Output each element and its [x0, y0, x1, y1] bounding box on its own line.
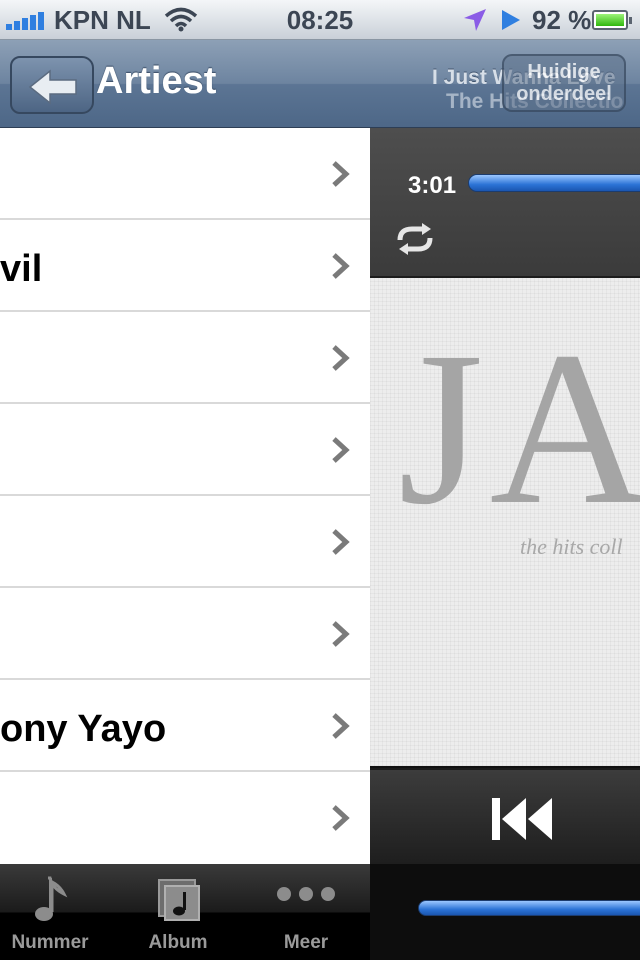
- volume-slider[interactable]: [418, 900, 640, 916]
- list-item[interactable]: vil: [0, 220, 370, 312]
- list-item-label: ony Yayo: [0, 708, 167, 750]
- battery-icon: [592, 10, 632, 30]
- chevron-right-icon: [332, 345, 350, 371]
- chevron-right-icon: [332, 621, 350, 647]
- more-dots-icon: [256, 874, 356, 919]
- chevron-right-icon: [332, 437, 350, 463]
- tab-album[interactable]: Album: [128, 864, 228, 960]
- now-playing-panel: 3:01 JA the hits coll: [370, 128, 640, 960]
- tab-label: Nummer: [11, 932, 89, 953]
- album-artwork: JA the hits coll: [370, 278, 640, 768]
- elapsed-time: 3:01: [408, 172, 457, 199]
- artist-list: vil ony Yayo: [0, 128, 370, 864]
- tab-label: Album: [148, 932, 208, 953]
- list-item[interactable]: ony Yayo: [0, 680, 370, 772]
- artwork-title: JA: [398, 306, 640, 550]
- playback-info: 3:01: [370, 128, 640, 278]
- music-note-icon: [0, 874, 100, 929]
- progress-scrubber[interactable]: [468, 174, 640, 192]
- location-icon: [462, 7, 488, 40]
- tab-nummer[interactable]: Nummer: [0, 864, 100, 960]
- tab-bar: Nummer Album Meer: [0, 864, 370, 960]
- chevron-right-icon: [332, 161, 350, 187]
- list-item[interactable]: [0, 496, 370, 588]
- volume-area: [370, 864, 640, 960]
- playback-controls: [370, 770, 640, 864]
- list-item[interactable]: [0, 772, 370, 864]
- album-icon: [128, 874, 228, 929]
- battery-percent: 92 %: [532, 5, 592, 35]
- back-button[interactable]: [10, 56, 94, 114]
- chevron-right-icon: [332, 253, 350, 279]
- back-arrow-icon: [28, 69, 77, 105]
- artwork-subtitle: the hits coll: [520, 534, 623, 559]
- status-bar: KPN NL 08:25 92 %: [0, 0, 640, 40]
- chevron-right-icon: [332, 529, 350, 555]
- navigation-bar: Artiest I Just Wanna Love The Hits Colle…: [0, 40, 640, 128]
- chevron-right-icon: [332, 713, 350, 739]
- chevron-right-icon: [332, 805, 350, 831]
- tab-label: Meer: [283, 932, 329, 953]
- now-playing-button[interactable]: Huidige onderdeel: [502, 54, 626, 112]
- list-item[interactable]: [0, 404, 370, 496]
- previous-track-icon[interactable]: [490, 796, 556, 847]
- list-item[interactable]: [0, 312, 370, 404]
- list-item[interactable]: [0, 588, 370, 680]
- page-title: Artiest: [96, 60, 217, 102]
- list-item[interactable]: [0, 128, 370, 220]
- tab-meer[interactable]: Meer: [256, 864, 356, 960]
- play-status-icon: [500, 8, 522, 39]
- list-item-label: vil: [0, 248, 43, 290]
- repeat-icon[interactable]: [394, 222, 436, 261]
